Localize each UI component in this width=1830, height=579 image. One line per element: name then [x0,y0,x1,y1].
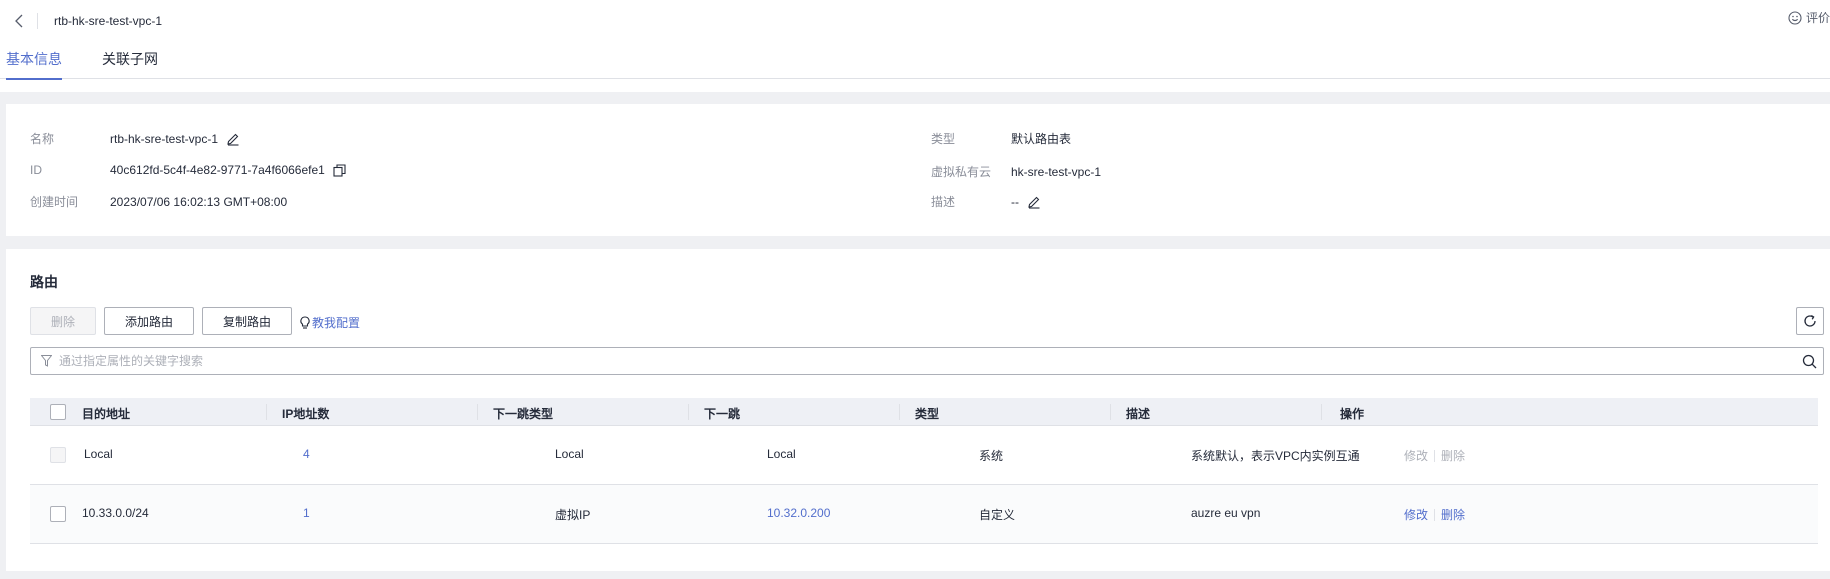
cell-next-hop-type: Local [555,447,584,461]
chevron-left-icon [15,14,23,28]
cell-description: auzre eu vpn [1191,506,1261,520]
modify-link[interactable]: 修改 [1404,506,1428,523]
routes-title: 路由 [30,274,58,290]
cell-destination: Local [84,447,113,461]
row-checkbox[interactable] [50,506,66,522]
select-all-checkbox[interactable] [50,404,66,420]
table-row: 10.33.0.0/24 1 虚拟IP 10.32.0.200 自定义 auzr… [30,485,1818,544]
page-header: rtb-hk-sre-test-vpc-1 评价 基本信息 关联子网 [0,0,1830,92]
next-hop-link[interactable]: 10.32.0.200 [767,506,830,520]
type-row: 类型 默认路由表 [931,130,1071,147]
table-row: Local 4 Local Local 系统 系统默认，表示VPC内实例互通 修… [30,426,1818,485]
col-next-hop: 下一跳 [704,407,741,421]
col-next-hop-type: 下一跳类型 [493,407,554,421]
id-row: ID 40c612fd-5c4f-4e82-9771-7a4f6066efe1 [30,163,346,177]
type-value: 默认路由表 [1011,132,1072,146]
vpc-link[interactable]: hk-sre-test-vpc-1 [1011,165,1101,179]
created-label: 创建时间 [30,195,79,209]
created-value: 2023/07/06 16:02:13 GMT+08:00 [110,194,288,209]
op-divider [1434,449,1436,462]
cell-operations: 修改 删除 [1404,447,1465,464]
name-row: 名称 rtb-hk-sre-test-vpc-1 [30,130,240,147]
back-button[interactable] [10,11,28,31]
cell-type: 系统 [979,449,1004,463]
copy-icon[interactable] [333,163,346,177]
desc-value: -- [1011,194,1019,209]
column-divider [266,404,267,420]
smile-icon [1788,10,1802,25]
search-input[interactable] [59,351,1759,371]
column-divider [1110,404,1111,420]
op-divider [1434,508,1436,521]
search-icon[interactable] [1802,354,1817,369]
edit-desc-icon[interactable] [1027,195,1041,209]
delete-link[interactable]: 删除 [1441,447,1465,464]
refresh-button[interactable] [1796,307,1824,335]
tab-basic-info[interactable]: 基本信息 [6,49,62,80]
cell-next-hop: Local [767,447,796,461]
column-divider [899,404,900,420]
cell-ip-count: 1 [303,506,310,520]
column-divider [1321,404,1322,420]
delete-link[interactable]: 删除 [1441,506,1465,523]
col-destination: 目的地址 [82,407,131,421]
vpc-row: 虚拟私有云 hk-sre-test-vpc-1 [931,163,1101,180]
search-bar [30,347,1824,375]
feedback-button[interactable]: 评价 [1788,9,1830,26]
col-operations: 操作 [1340,407,1365,421]
filter-icon [41,355,52,367]
cell-type: 自定义 [979,508,1016,522]
column-divider [688,404,689,420]
name-value: rtb-hk-sre-test-vpc-1 [110,131,219,146]
type-label: 类型 [931,132,956,146]
feedback-label: 评价 [1805,11,1830,25]
page-title: rtb-hk-sre-test-vpc-1 [54,14,163,28]
add-route-button[interactable]: 添加路由 [104,307,194,335]
guide-label: 教我配置 [312,316,361,330]
id-label: ID [30,163,42,177]
cell-operations: 修改 删除 [1404,506,1465,523]
row-checkbox[interactable] [50,447,66,463]
col-ip-count: IP地址数 [282,407,330,421]
cell-next-hop-type: 虚拟IP [555,508,591,522]
basic-info-card: 名称 rtb-hk-sre-test-vpc-1 ID 40c612fd-5c4… [6,104,1830,236]
cell-destination: 10.33.0.0/24 [82,506,149,520]
created-row: 创建时间 2023/07/06 16:02:13 GMT+08:00 [30,193,287,210]
column-divider [477,404,478,420]
edit-name-icon[interactable] [226,132,240,146]
desc-label: 描述 [931,195,956,209]
col-type: 类型 [915,407,940,421]
routes-card: 路由 删除 添加路由 复制路由 教我配置 目的地址 IP地址数 下一跳类型 下一… [6,249,1830,571]
desc-row: 描述 -- [931,193,1041,210]
cell-description: 系统默认，表示VPC内实例互通 [1191,449,1360,463]
routes-table: 目的地址 IP地址数 下一跳类型 下一跳 类型 描述 操作 Local 4 Lo… [30,398,1818,544]
modify-link[interactable]: 修改 [1404,447,1428,464]
title-divider [37,13,38,29]
guide-link[interactable]: 教我配置 [300,314,360,331]
tab-associated-subnets[interactable]: 关联子网 [102,49,158,79]
copy-route-button[interactable]: 复制路由 [202,307,292,335]
tab-bar: 基本信息 关联子网 [0,49,1830,80]
refresh-icon [1804,315,1816,327]
name-label: 名称 [30,132,55,146]
vpc-label: 虚拟私有云 [931,165,992,179]
delete-button[interactable]: 删除 [30,307,96,335]
lightbulb-icon [300,316,310,329]
table-header: 目的地址 IP地址数 下一跳类型 下一跳 类型 描述 操作 [30,398,1818,426]
cell-ip-count: 4 [303,447,310,461]
id-value: 40c612fd-5c4f-4e82-9771-7a4f6066efe1 [110,163,325,177]
col-description: 描述 [1126,407,1151,421]
